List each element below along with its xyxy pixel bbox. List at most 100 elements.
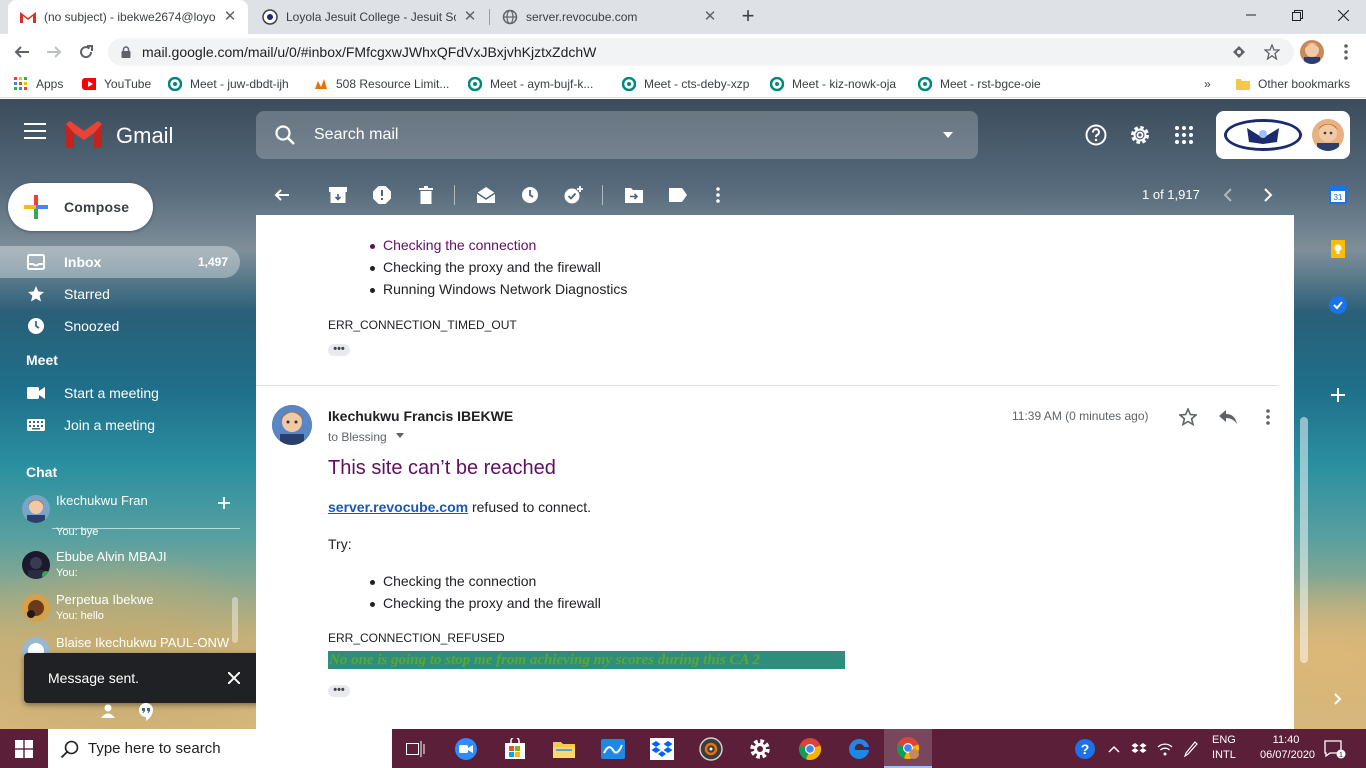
sidebar-item-snoozed[interactable]: Snoozed [0, 310, 240, 342]
back-to-inbox-button[interactable] [270, 183, 294, 207]
help-button[interactable] [1084, 123, 1108, 147]
wifi-tray-icon[interactable] [1154, 729, 1176, 768]
bookmark-meet-1[interactable]: Meet - juw-dbdt-ijh [168, 76, 289, 92]
bookmark-youtube[interactable]: YouTube [82, 76, 151, 92]
reload-button[interactable] [74, 40, 98, 64]
taskbar-edge[interactable] [835, 729, 883, 768]
taskbar-zoom[interactable] [442, 729, 490, 768]
google-apps-button[interactable] [1172, 123, 1196, 147]
show-hidden-icons-button[interactable] [1104, 729, 1124, 768]
archive-button[interactable] [326, 183, 350, 207]
tab-loyola[interactable]: Loyola Jesuit College - Jesuit Sch ✕ [250, 0, 488, 34]
chat-item[interactable]: Ebube Alvin MBAJI You: [22, 547, 242, 587]
labels-button[interactable] [666, 183, 690, 207]
reply-button[interactable] [1216, 405, 1240, 429]
extension-icon[interactable] [1232, 45, 1246, 59]
taskbar-search-input[interactable]: Type here to search [48, 729, 392, 768]
search-icon[interactable] [274, 124, 296, 146]
bookmark-meet-2[interactable]: Meet - aym-bujf-k... [468, 76, 593, 92]
sidebar-item-inbox[interactable]: Inbox 1,497 [0, 246, 240, 278]
taskbar-chrome-2[interactable] [884, 729, 932, 768]
taskbar-file-explorer[interactable] [540, 729, 588, 768]
browser-tab-strip: (no subject) - ibekwe2674@loyol ✕ Loyola… [0, 0, 1366, 34]
move-to-button[interactable] [622, 183, 646, 207]
avatar[interactable] [1312, 119, 1344, 151]
report-spam-button[interactable] [370, 183, 394, 207]
bookmark-meet-5[interactable]: Meet - rst-bgce-oie [918, 76, 1041, 92]
older-button[interactable] [1256, 183, 1280, 207]
tab-gmail[interactable]: (no subject) - ibekwe2674@loyol ✕ [8, 0, 248, 34]
caret-down-icon[interactable] [396, 433, 404, 439]
new-tab-button[interactable]: + [736, 5, 760, 29]
more-actions-button[interactable] [706, 183, 730, 207]
reading-pane-scrollbar[interactable] [1300, 417, 1308, 663]
taskbar-dropbox[interactable] [638, 729, 686, 768]
star-message-button[interactable] [1176, 405, 1200, 429]
help-tray-button[interactable]: ? [1072, 729, 1098, 768]
start-button[interactable] [0, 729, 48, 768]
notifications-button[interactable]: 1 [1320, 729, 1350, 768]
minimize-button[interactable] [1228, 0, 1274, 30]
bookmark-meet-4[interactable]: Meet - kiz-nowk-oja [770, 76, 896, 92]
address-bar[interactable]: mail.google.com/mail/u/0/#inbox/FMfcgxwJ… [108, 38, 1294, 66]
delete-button[interactable] [414, 183, 438, 207]
show-trimmed-content-button[interactable]: ••• [328, 344, 350, 356]
contacts-button[interactable] [100, 703, 120, 723]
server-link[interactable]: server.revocube.com [328, 499, 468, 515]
chevron-right-icon [1334, 693, 1342, 705]
show-trimmed-content-button[interactable]: ••• [328, 685, 350, 697]
add-task-button[interactable] [562, 183, 586, 207]
expand-side-panel-button[interactable] [1328, 689, 1348, 709]
join-meeting-button[interactable]: Join a meeting [0, 409, 240, 441]
taskbar-whiteboard[interactable] [589, 729, 637, 768]
newer-button[interactable] [1216, 183, 1240, 207]
restore-button[interactable] [1274, 0, 1320, 30]
snackbar-close-button[interactable] [223, 667, 245, 689]
bookmarks-overflow-button[interactable]: » [1204, 76, 1211, 92]
pen-tray-icon[interactable] [1180, 729, 1202, 768]
chat-item[interactable]: Perpetua Ibekwe You: hello [22, 590, 242, 630]
taskbar-media-player[interactable] [687, 729, 735, 768]
message-more-button[interactable] [1256, 405, 1280, 429]
taskbar-chrome-1[interactable] [786, 729, 834, 768]
close-icon[interactable]: ✕ [462, 9, 478, 25]
chat-scrollbar[interactable] [232, 597, 238, 643]
snooze-button[interactable] [518, 183, 542, 207]
calendar-button[interactable]: 31 [1328, 185, 1348, 205]
recipient-line[interactable]: to Blessing [328, 430, 387, 444]
bookmark-508[interactable]: 508 Resource Limit... [314, 76, 449, 92]
close-icon[interactable]: ✕ [222, 9, 238, 25]
tab-server[interactable]: server.revocube.com ✕ [490, 0, 728, 34]
get-addons-button[interactable] [1328, 385, 1348, 405]
keep-button[interactable] [1328, 239, 1348, 259]
mark-unread-button[interactable] [474, 183, 498, 207]
close-icon[interactable]: ✕ [702, 9, 718, 25]
forward-button[interactable] [42, 40, 66, 64]
sidebar-item-starred[interactable]: Starred [0, 278, 240, 310]
window-close-button[interactable] [1320, 0, 1366, 30]
bookmark-meet-3[interactable]: Meet - cts-deby-xzp [622, 76, 749, 92]
compose-button[interactable]: Compose [8, 183, 153, 231]
new-chat-button[interactable] [216, 495, 232, 511]
search-options-button[interactable] [936, 123, 960, 147]
taskbar-clock[interactable]: 11:40 06/07/2020 [1260, 733, 1315, 763]
bookmark-star-icon[interactable] [1264, 44, 1280, 60]
start-meeting-button[interactable]: Start a meeting [0, 377, 240, 409]
profile-avatar[interactable] [1300, 40, 1324, 64]
chrome-menu-button[interactable] [1336, 40, 1356, 64]
taskbar-store[interactable] [491, 729, 539, 768]
settings-button[interactable] [1128, 123, 1152, 147]
dropbox-tray-icon[interactable] [1128, 729, 1150, 768]
bookmark-other[interactable]: Other bookmarks [1236, 76, 1350, 92]
back-button[interactable] [10, 40, 34, 64]
search-input[interactable]: Search mail [256, 111, 978, 159]
tasks-button[interactable] [1328, 295, 1348, 315]
hangouts-button[interactable] [138, 703, 158, 723]
task-view-button[interactable] [392, 729, 440, 768]
chat-item[interactable]: Ikechukwu Fran You: bye [22, 491, 242, 538]
taskbar-settings[interactable] [736, 729, 784, 768]
input-language-indicator[interactable]: ENG INTL [1212, 733, 1236, 763]
account-switcher[interactable] [1216, 111, 1350, 159]
main-menu-button[interactable] [24, 123, 46, 141]
bookmark-apps[interactable]: Apps [14, 76, 63, 92]
